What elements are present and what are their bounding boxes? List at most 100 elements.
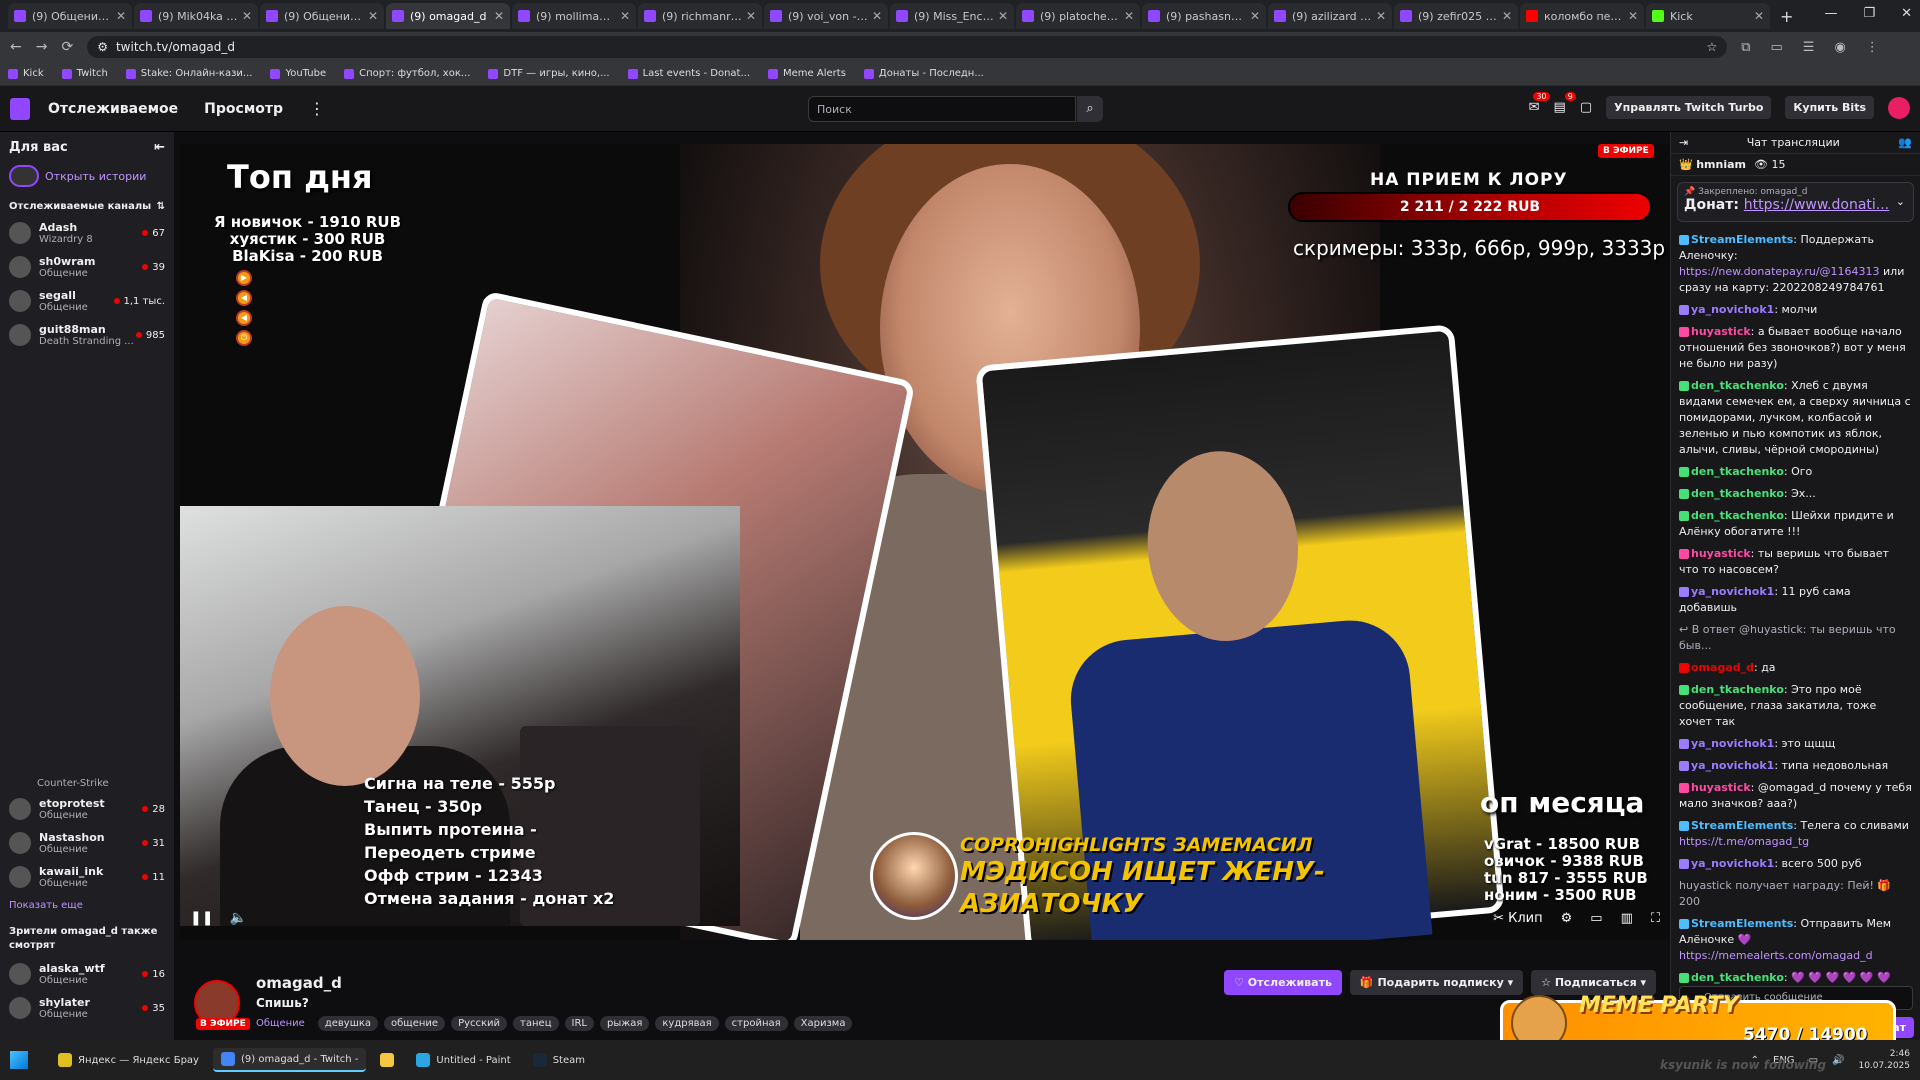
browser-tab[interactable]: (9) mollimama - ✕: [512, 3, 636, 29]
chat-link[interactable]: https://new.donatepay.ru/@1164313: [1679, 265, 1880, 278]
bookmark-item[interactable]: Kick: [8, 68, 44, 79]
subscribe-button[interactable]: ☆ Подписаться ▾: [1531, 970, 1656, 995]
expand-pinned-icon[interactable]: ⌄: [1896, 195, 1905, 208]
tab-close-icon[interactable]: ✕: [1754, 9, 1764, 23]
bookmark-star-icon[interactable]: ☆: [1706, 40, 1717, 54]
chat-username[interactable]: ya_novichok1: [1691, 303, 1774, 316]
browser-tab[interactable]: (9) richmanrulit - ✕: [638, 3, 762, 29]
clip-button[interactable]: ✂ Клип: [1493, 911, 1543, 926]
twitch-logo-icon[interactable]: [10, 97, 30, 120]
taskbar-app[interactable]: Untitled - Paint: [408, 1048, 518, 1072]
close-window-icon[interactable]: ✕: [1901, 6, 1912, 21]
chat-username[interactable]: huyastick: [1691, 325, 1751, 338]
chat-username[interactable]: StreamElements: [1691, 917, 1793, 930]
nav-browse[interactable]: Просмотр: [204, 101, 283, 117]
bookmark-item[interactable]: Донаты - Последн...: [863, 68, 984, 79]
tab-close-icon[interactable]: ✕: [620, 9, 630, 23]
taskbar-app[interactable]: Steam: [525, 1048, 593, 1072]
pinned-link[interactable]: https://www.donati...: [1744, 197, 1889, 213]
chat-username[interactable]: huyastick: [1691, 781, 1751, 794]
sidebar-channel-segall[interactable]: segall Общение 1,1 тыс.: [0, 284, 174, 318]
chat-username[interactable]: den_tkachenko: [1691, 487, 1784, 500]
windows-start-icon[interactable]: [10, 1051, 28, 1069]
tab-close-icon[interactable]: ✕: [1376, 9, 1386, 23]
chat-username[interactable]: den_tkachenko: [1691, 683, 1784, 696]
stream-tag[interactable]: рыжая: [599, 1016, 650, 1031]
extensions-icon[interactable]: ⧉: [1741, 40, 1750, 55]
browser-tab[interactable]: (9) omagad_d ✕: [386, 3, 510, 29]
tab-close-icon[interactable]: ✕: [368, 9, 378, 23]
inbox-icon[interactable]: ✉ 30: [1529, 92, 1550, 115]
reading-list-icon[interactable]: ☰: [1803, 40, 1815, 55]
bookmark-item[interactable]: Twitch: [61, 68, 108, 79]
tab-close-icon[interactable]: ✕: [1250, 9, 1260, 23]
stream-tag[interactable]: кудрявая: [655, 1016, 719, 1031]
sidebar-channel-alaska_wtf[interactable]: alaska_wtf Общение 16: [0, 957, 174, 991]
tab-close-icon[interactable]: ✕: [1628, 9, 1638, 23]
back-icon[interactable]: ←: [10, 39, 22, 55]
browser-tab[interactable]: (9) Общение - Tw ✕: [260, 3, 384, 29]
stream-category[interactable]: Общение: [256, 1016, 312, 1031]
chat-username[interactable]: den_tkachenko: [1691, 465, 1784, 478]
chat-username[interactable]: den_tkachenko: [1691, 379, 1784, 392]
whispers-icon[interactable]: ▢: [1580, 100, 1592, 115]
minimize-icon[interactable]: —: [1824, 6, 1837, 21]
browser-menu-icon[interactable]: ⋮: [1866, 40, 1879, 55]
chat-username[interactable]: den_tkachenko: [1691, 509, 1784, 522]
miniplayer-icon[interactable]: ▭: [1590, 911, 1602, 926]
pause-icon[interactable]: ❚❚: [190, 910, 213, 926]
nav-following[interactable]: Отслеживаемое: [48, 101, 178, 117]
stream-tag[interactable]: IRL: [564, 1016, 594, 1031]
tab-close-icon[interactable]: ✕: [242, 9, 252, 23]
browser-tab[interactable]: Kick ✕: [1646, 3, 1770, 29]
stream-tag[interactable]: танец: [513, 1016, 559, 1031]
browser-tab[interactable]: (9) Miss_Enchant ✕: [890, 3, 1014, 29]
open-stories[interactable]: Открыть истории: [0, 163, 174, 197]
sort-icon[interactable]: ⇅: [157, 201, 165, 212]
tab-close-icon[interactable]: ✕: [116, 9, 126, 23]
search-input[interactable]: Поиск: [808, 96, 1076, 122]
stream-tag[interactable]: Харизма: [793, 1016, 853, 1031]
tab-close-icon[interactable]: ✕: [1124, 9, 1134, 23]
more-icon[interactable]: ⋮: [309, 99, 325, 118]
browser-tab[interactable]: (9) pashasnow - T ✕: [1142, 3, 1266, 29]
sidebar-channel-Nastashon[interactable]: Nastashon Общение 31: [0, 826, 174, 860]
sidebar-channel-Adash[interactable]: Adash Wizardry 8 67: [0, 216, 174, 250]
stream-tag[interactable]: девушка: [317, 1016, 379, 1031]
browser-tab[interactable]: (9) Общение - Tw ✕: [8, 3, 132, 29]
follow-button[interactable]: ♡ Отслеживать: [1224, 970, 1342, 995]
bookmark-item[interactable]: Meme Alerts: [768, 68, 846, 79]
pinned-message[interactable]: 📌 Закреплено: omagad_d Донат: https://ww…: [1677, 182, 1914, 222]
bookmark-item[interactable]: Last events - Donat...: [627, 68, 750, 79]
browser-tab[interactable]: (9) voi_von - Twit ✕: [764, 3, 888, 29]
cast-icon[interactable]: ▭: [1771, 40, 1783, 55]
chat-users-icon[interactable]: 👥: [1898, 136, 1912, 149]
tab-close-icon[interactable]: ✕: [746, 9, 756, 23]
sidebar-channel-guit88man[interactable]: guit88man Death Stranding ... 985: [0, 318, 174, 352]
maximize-icon[interactable]: ❐: [1863, 6, 1875, 21]
volume-icon[interactable]: 🔈: [229, 910, 246, 926]
bookmark-item[interactable]: Stake: Онлайн-кази...: [125, 68, 252, 79]
chat-username[interactable]: ya_novichok1: [1691, 737, 1774, 750]
sidebar-channel-partial[interactable]: Counter-Strike: [0, 778, 174, 792]
taskbar-app[interactable]: [372, 1048, 402, 1072]
taskbar-app[interactable]: (9) omagad_d - Twitch -: [212, 1048, 367, 1072]
profile-icon[interactable]: ◉: [1834, 40, 1845, 55]
chat-username[interactable]: huyastick: [1691, 547, 1751, 560]
chat-link[interactable]: https://memealerts.com/omagad_d: [1679, 949, 1873, 962]
browser-tab[interactable]: коломбо первая ✕: [1520, 3, 1644, 29]
stream-tag[interactable]: Русский: [451, 1016, 508, 1031]
browser-tab[interactable]: (9) azilizard - Twi ✕: [1268, 3, 1392, 29]
chat-username[interactable]: ya_novichok1: [1691, 585, 1774, 598]
clock[interactable]: 2:46 10.07.2025: [1858, 1048, 1910, 1072]
streamer-name[interactable]: omagad_d: [256, 974, 342, 992]
sidebar-channel-sh0wram[interactable]: sh0wram Общение 39: [0, 250, 174, 284]
tab-close-icon[interactable]: ✕: [1502, 9, 1512, 23]
reload-icon[interactable]: ⟳: [61, 39, 73, 55]
search-icon[interactable]: ⌕: [1077, 96, 1103, 122]
chat-username[interactable]: StreamElements: [1691, 819, 1793, 832]
chat-username[interactable]: ya_novichok1: [1691, 759, 1774, 772]
show-more-link[interactable]: Показать еще: [0, 894, 174, 917]
stream-tag[interactable]: общение: [384, 1016, 446, 1031]
tab-close-icon[interactable]: ✕: [494, 9, 504, 23]
